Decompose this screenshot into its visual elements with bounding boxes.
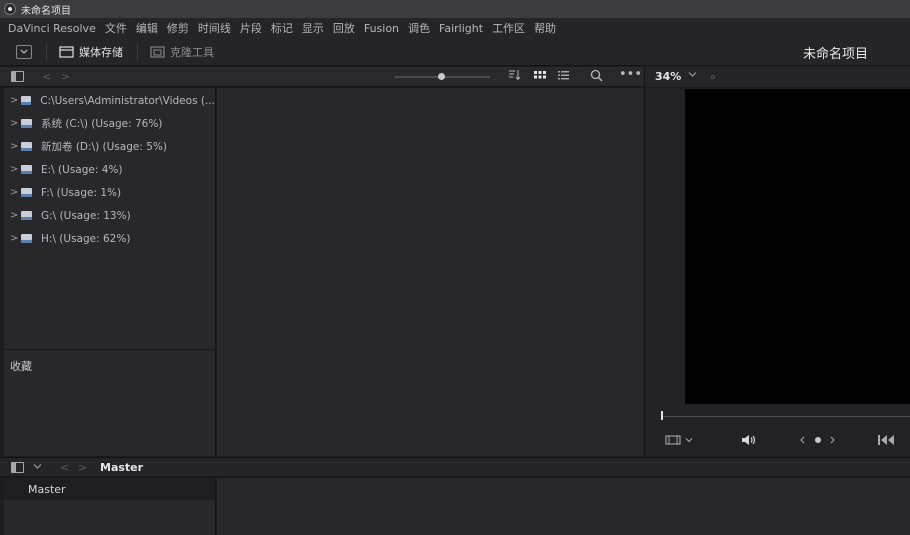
sort-icon[interactable]	[508, 69, 522, 84]
drive-label: 新加卷 (D:\) (Usage: 5%)	[41, 141, 167, 153]
zoom-level[interactable]: 34%	[655, 70, 681, 83]
bin-nav-forward-icon[interactable]: >	[78, 461, 87, 474]
menu-mark[interactable]: 标记	[271, 20, 293, 36]
window-title: 未命名项目	[21, 5, 71, 17]
bin-content-area[interactable]	[217, 478, 910, 535]
viewer-zoom-bar: 34%	[644, 67, 910, 87]
drive-icon	[21, 165, 32, 174]
toolbar-divider	[46, 42, 47, 61]
list-view-icon[interactable]	[557, 69, 571, 84]
speaker-icon[interactable]	[741, 434, 757, 449]
more-icon[interactable]: •••	[619, 67, 642, 82]
bin-nav-back-icon[interactable]: <	[60, 461, 69, 474]
nav-back-icon[interactable]: <	[42, 70, 51, 83]
toolbar-divider	[137, 42, 138, 61]
clone-tool-button[interactable]: 克隆工具	[150, 44, 214, 60]
skip-back-icon[interactable]	[877, 434, 895, 449]
toolbar: 媒体存储 克隆工具 未命名项目	[0, 38, 910, 66]
chevron-right-icon[interactable]: >	[10, 187, 21, 198]
drive-label: G:\ (Usage: 13%)	[41, 209, 131, 222]
video-viewer[interactable]	[685, 89, 910, 404]
drive-icon	[21, 142, 32, 151]
nav-forward-icon[interactable]: >	[61, 70, 70, 83]
drive-label: F:\ (Usage: 1%)	[41, 186, 122, 199]
menu-clip[interactable]: 片段	[240, 20, 262, 36]
drive-label: E:\ (Usage: 4%)	[41, 163, 123, 176]
menu-file[interactable]: 文件	[105, 20, 127, 36]
playhead[interactable]	[661, 411, 663, 420]
bin-item-master[interactable]: Master	[4, 478, 215, 500]
bin-breadcrumb-bar: < > Master	[0, 457, 910, 477]
chevron-right-icon[interactable]: >	[10, 141, 21, 152]
zoom-chevron-down-icon[interactable]	[688, 70, 697, 81]
filmstrip-icon	[665, 435, 693, 445]
storage-locations-panel: > C:\Users\Administrator\Videos (... > 系…	[4, 88, 216, 456]
media-pool-subbar: < > ••• 34%	[0, 67, 910, 87]
drive-label: H:\ (Usage: 62%)	[41, 232, 131, 245]
menu-help[interactable]: 帮助	[534, 20, 556, 36]
davinci-logo-icon	[4, 3, 16, 15]
bin-item-label: Master	[28, 482, 66, 496]
scrubber-bar[interactable]	[661, 416, 910, 417]
menu-timeline[interactable]: 时间线	[198, 20, 231, 36]
menu-view[interactable]: 显示	[302, 20, 324, 36]
drive-icon	[21, 188, 32, 197]
breadcrumb[interactable]: Master	[100, 461, 143, 474]
bin-chevron-down-icon[interactable]	[33, 460, 42, 473]
jog-control[interactable]	[800, 434, 836, 449]
menu-davinci-resolve[interactable]: DaVinci Resolve	[8, 22, 96, 35]
clone-tool-icon	[150, 45, 165, 58]
toggle-sidebar-icon[interactable]	[11, 71, 24, 82]
drive-label: 系统 (C:\) (Usage: 76%)	[41, 118, 163, 130]
drive-row[interactable]: > E:\ (Usage: 4%)	[4, 158, 215, 181]
drive-row[interactable]: > 新加卷 (D:\) (Usage: 5%)	[4, 135, 215, 158]
chevron-right-icon[interactable]: >	[10, 233, 21, 244]
drive-label: C:\Users\Administrator\Videos (...	[40, 94, 215, 107]
bin-list-panel: Master	[4, 478, 216, 535]
drive-row[interactable]: > 系统 (C:\) (Usage: 76%)	[4, 112, 215, 135]
divider	[4, 349, 216, 350]
drive-row[interactable]: > F:\ (Usage: 1%)	[4, 181, 215, 204]
menu-bar: DaVinci Resolve 文件 编辑 修剪 时间线 片段 标记 显示 回放…	[0, 18, 910, 38]
media-browser-area[interactable]	[217, 88, 643, 456]
chevron-right-icon[interactable]: >	[10, 118, 21, 129]
menu-workspace[interactable]: 工作区	[492, 20, 525, 36]
media-storage-icon	[59, 45, 74, 58]
menu-playback[interactable]: 回放	[333, 20, 355, 36]
status-dot-icon	[711, 75, 715, 79]
menu-fairlight[interactable]: Fairlight	[439, 22, 483, 35]
drive-icon	[21, 211, 32, 220]
chevron-down-icon	[20, 49, 28, 54]
drive-row[interactable]: > G:\ (Usage: 13%)	[4, 204, 215, 227]
chevron-right-icon[interactable]: >	[10, 95, 21, 106]
viewer-mode-button[interactable]	[665, 434, 695, 449]
project-name: 未命名项目	[802, 47, 868, 62]
clone-tool-label: 克隆工具	[170, 45, 214, 59]
drive-icon	[21, 119, 32, 128]
drive-icon	[20, 96, 32, 105]
menu-edit[interactable]: 编辑	[136, 20, 158, 36]
title-bar: 未命名项目	[0, 0, 910, 18]
grid-view-icon[interactable]	[533, 69, 547, 84]
menu-color[interactable]: 调色	[408, 20, 430, 36]
chevron-right-icon[interactable]: >	[10, 164, 21, 175]
slider-handle[interactable]	[438, 73, 445, 80]
menu-fusion[interactable]: Fusion	[364, 22, 399, 35]
search-icon[interactable]	[590, 69, 604, 85]
media-storage-label: 媒体存储	[79, 45, 123, 59]
chevron-right-icon[interactable]: >	[10, 210, 21, 221]
layout-dropdown-button[interactable]	[16, 44, 32, 59]
drive-row[interactable]: > C:\Users\Administrator\Videos (...	[4, 89, 215, 112]
viewer-panel	[644, 88, 910, 456]
menu-trim[interactable]: 修剪	[167, 20, 189, 36]
drive-row[interactable]: > H:\ (Usage: 62%)	[4, 227, 215, 250]
drive-icon	[21, 234, 32, 243]
media-storage-button[interactable]: 媒体存储	[59, 44, 123, 60]
favorites-heading: 收藏	[10, 360, 32, 373]
toggle-bin-list-icon[interactable]	[11, 462, 24, 473]
